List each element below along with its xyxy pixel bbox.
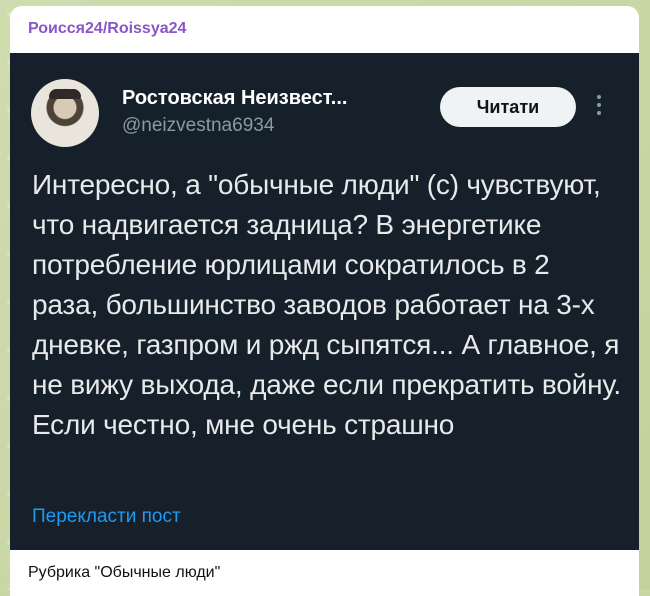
read-button: Читати	[440, 87, 576, 127]
author-avatar	[31, 79, 99, 147]
channel-name[interactable]: Роисся24/Roissya24	[28, 19, 186, 39]
translate-link: Перекласти пост	[32, 506, 181, 527]
message-bubble: Роисся24/Roissya24 Ростовская Неизвест..…	[10, 6, 639, 596]
author-name: Ростовская Неизвест...	[122, 87, 348, 109]
message-caption: Рубрика "Обычные люди"	[28, 564, 221, 581]
tweet-text: Интересно, а "обычные люди" (с) чувствую…	[32, 169, 621, 440]
more-dot	[597, 103, 601, 107]
more-dot	[597, 111, 601, 115]
author-handle: @neizvestna6934	[122, 115, 275, 136]
tweet-screenshot[interactable]: Ростовская Неизвест... @neizvestna6934 Ч…	[10, 53, 639, 550]
more-vertical-icon	[595, 88, 603, 122]
more-dot	[597, 95, 601, 99]
